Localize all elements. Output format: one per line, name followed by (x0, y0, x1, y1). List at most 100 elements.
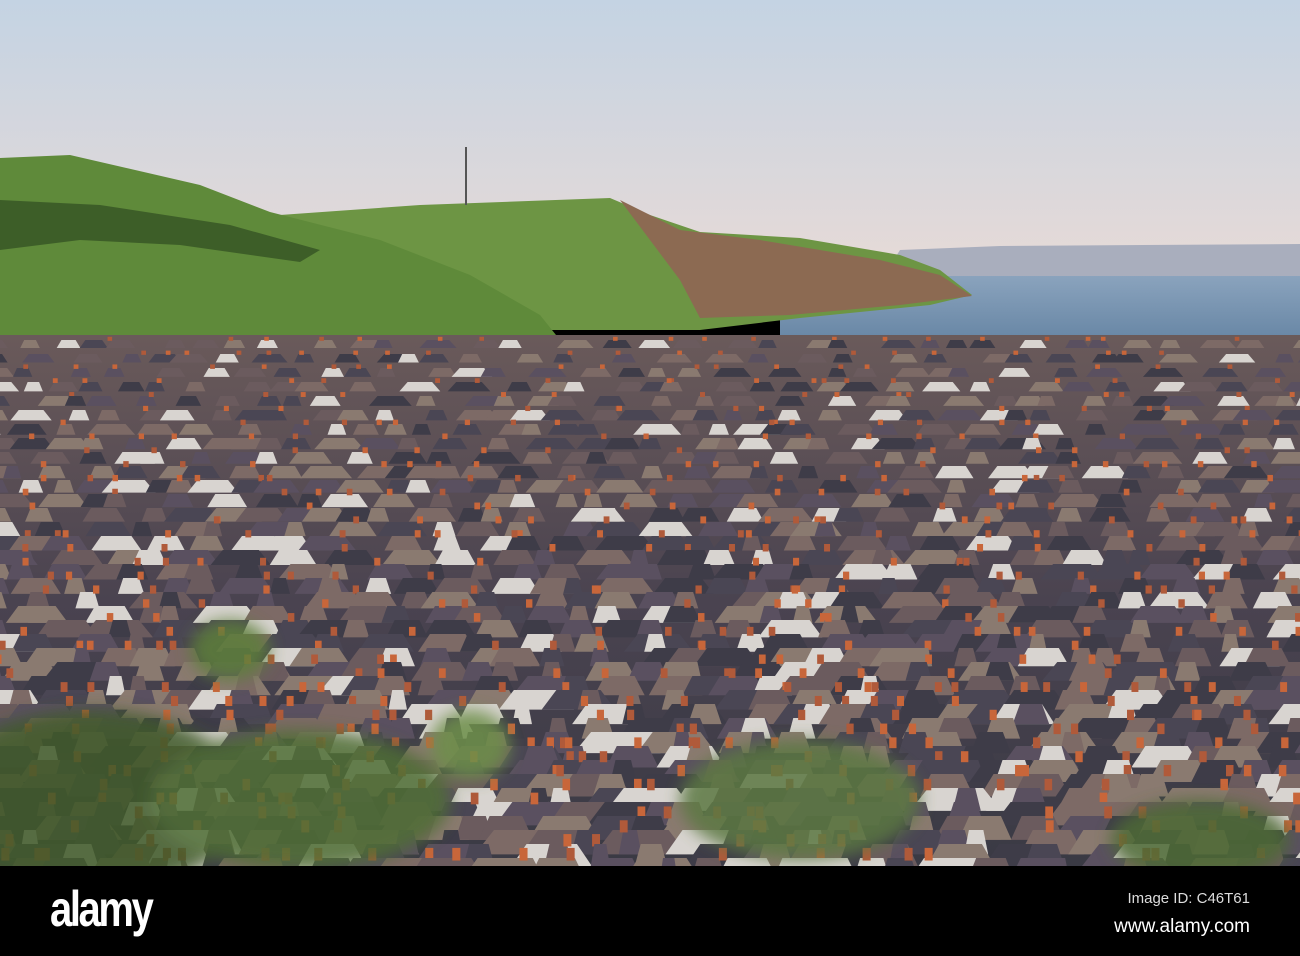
chimney (1044, 336, 1050, 341)
chimney (1269, 502, 1276, 510)
chimney (264, 336, 269, 341)
chimney (1020, 682, 1028, 692)
chimney (1280, 682, 1288, 692)
chimney (165, 350, 171, 355)
chimney (87, 682, 95, 692)
chimney (525, 405, 531, 412)
chimney (299, 682, 307, 692)
chimney (875, 530, 882, 538)
chimney (728, 668, 736, 678)
chimney (762, 544, 769, 552)
chimney (959, 433, 965, 440)
chimney (907, 765, 916, 777)
chimney (495, 516, 502, 524)
chimney (805, 433, 811, 440)
chimney (142, 599, 150, 608)
chimney (156, 378, 162, 383)
chimney (530, 792, 539, 805)
chimney (86, 640, 94, 650)
chimney (1053, 723, 1061, 735)
chimney (470, 792, 479, 805)
chimney (89, 433, 95, 440)
chimney (974, 626, 982, 636)
chimney (1104, 806, 1113, 819)
chimney (1193, 557, 1200, 566)
chimney (0, 640, 6, 650)
chimney (1021, 474, 1028, 482)
chimney (1034, 544, 1041, 552)
chimney (427, 571, 434, 580)
chimney (161, 544, 168, 552)
chimney (515, 474, 521, 482)
chimney (789, 419, 795, 426)
alamy-logo[interactable]: alamy (50, 880, 154, 938)
chimney (668, 336, 674, 341)
chimney (1275, 378, 1280, 383)
chimney (916, 419, 923, 426)
footer-bar: alamy Image ID: C46T61 www.alamy.com (0, 866, 1300, 956)
chimney (874, 488, 881, 496)
chimney (1181, 419, 1187, 426)
chimney (106, 613, 114, 622)
chimney (1077, 571, 1084, 580)
chimney (1044, 778, 1053, 791)
chimney (377, 654, 384, 664)
chimney (1108, 516, 1115, 524)
chimney (184, 350, 190, 355)
chimney (805, 599, 812, 608)
chimney (777, 474, 783, 482)
chimney (29, 433, 35, 440)
chimney (1033, 737, 1041, 749)
chimney (1071, 640, 1079, 650)
chimney (1075, 751, 1083, 763)
chimney (225, 695, 233, 707)
chimney (999, 405, 1005, 412)
chimney (776, 654, 784, 664)
chimney (287, 571, 294, 580)
chimney (926, 336, 931, 341)
chimney (461, 599, 469, 608)
chimney (596, 709, 604, 721)
chimney (1208, 682, 1216, 692)
chimney (1043, 682, 1051, 692)
chimney (165, 530, 172, 538)
chimney (1146, 544, 1153, 552)
chimney (999, 419, 1005, 426)
chimney (93, 585, 100, 594)
website-link[interactable]: www.alamy.com (1114, 916, 1250, 938)
chimney (660, 668, 668, 678)
chimney (490, 778, 498, 791)
chimney (259, 695, 267, 707)
chimney (292, 447, 298, 454)
chimney (266, 350, 272, 355)
chimney (595, 626, 603, 636)
chimney (519, 847, 528, 861)
chimney (1190, 516, 1197, 524)
chimney (984, 516, 991, 524)
chimney (226, 709, 234, 721)
chimney (1021, 765, 1030, 777)
chimney (322, 599, 329, 608)
chimney (553, 668, 561, 678)
chimney (877, 419, 884, 426)
chimney (1119, 392, 1125, 397)
chimney (892, 709, 900, 721)
chimney (1233, 695, 1241, 707)
chimney (700, 516, 707, 524)
chimney (1194, 709, 1202, 721)
chimney (437, 336, 443, 341)
chimney (1102, 461, 1109, 468)
chimney (1199, 751, 1207, 763)
chimney (931, 350, 937, 355)
chimney (248, 433, 255, 440)
chimney (601, 668, 609, 678)
chimney (1045, 820, 1054, 833)
chimney (977, 544, 984, 552)
chimney (332, 571, 339, 580)
chimney (176, 474, 183, 482)
chimney (376, 419, 382, 426)
chimney (171, 433, 177, 440)
chimney (299, 350, 304, 355)
chimney (793, 516, 799, 524)
chimney (818, 488, 825, 496)
